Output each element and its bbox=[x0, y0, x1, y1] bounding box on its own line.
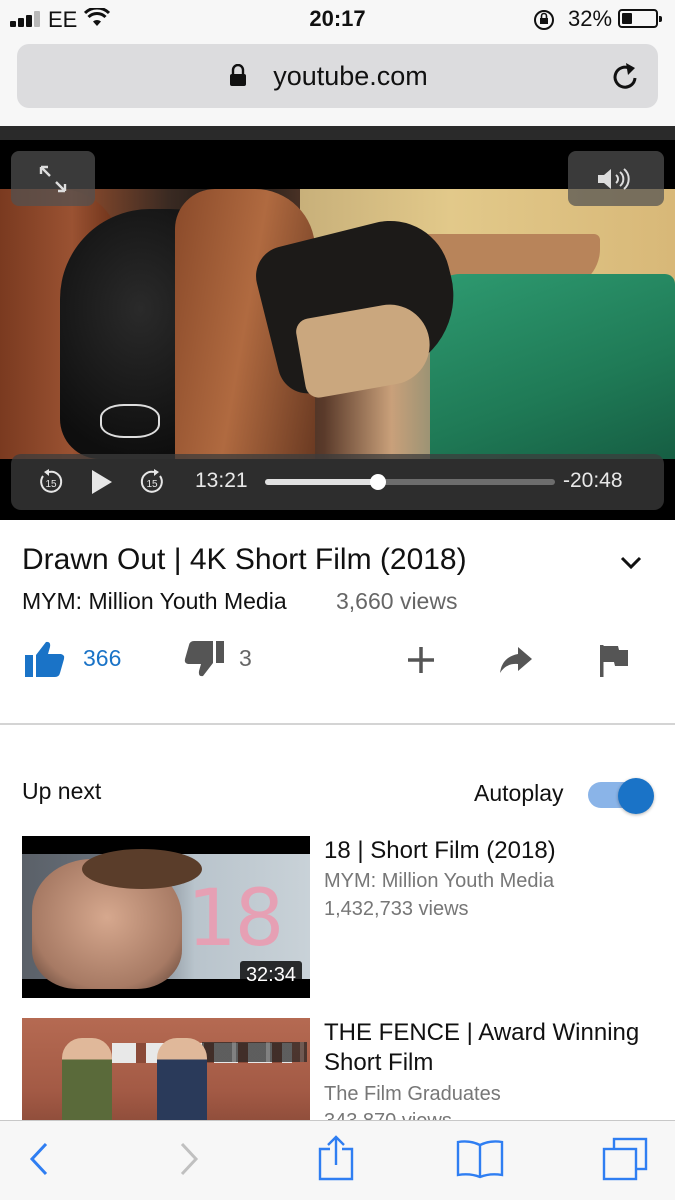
svg-text:15: 15 bbox=[45, 479, 57, 490]
autoplay-toggle-knob bbox=[618, 778, 654, 814]
share-icon[interactable] bbox=[498, 645, 534, 675]
fullscreen-icon bbox=[39, 165, 67, 192]
playback-controls: 15 15 13:21 -20:48 bbox=[11, 454, 664, 510]
svg-text:15: 15 bbox=[146, 479, 158, 490]
orientation-lock-icon bbox=[534, 10, 554, 30]
forward-15-icon[interactable]: 15 bbox=[138, 468, 166, 496]
tabs-icon[interactable] bbox=[602, 1137, 648, 1181]
chevron-down-icon[interactable] bbox=[620, 556, 642, 570]
up-next-channel-1: MYM: Million Youth Media bbox=[324, 870, 555, 892]
play-icon[interactable] bbox=[90, 468, 114, 496]
thumbs-down-icon[interactable] bbox=[183, 640, 225, 678]
browser-address-area: youtube.com bbox=[0, 40, 675, 126]
up-next-thumbnail-1[interactable]: 18 32:34 bbox=[22, 836, 310, 998]
video-top-strip bbox=[0, 126, 675, 140]
thumbs-up-icon[interactable] bbox=[24, 640, 66, 678]
view-count: 3,660 views bbox=[336, 588, 458, 614]
divider bbox=[0, 723, 675, 725]
autoplay-toggle[interactable] bbox=[588, 778, 654, 814]
rewind-15-icon[interactable]: 15 bbox=[37, 468, 65, 496]
scrubber-thumb[interactable] bbox=[370, 474, 387, 490]
progress-fill bbox=[265, 479, 379, 485]
progress-scrubber[interactable] bbox=[265, 474, 555, 490]
status-bar: EE 20:17 32% bbox=[0, 0, 675, 40]
video-title: Drawn Out | 4K Short Film (2018) bbox=[22, 543, 467, 576]
up-next-views-1: 1,432,733 views bbox=[324, 898, 469, 920]
address-bar[interactable]: youtube.com bbox=[17, 44, 658, 108]
volume-icon bbox=[598, 167, 630, 190]
share-sheet-icon[interactable] bbox=[316, 1135, 356, 1181]
url-text: youtube.com bbox=[273, 61, 428, 91]
video-player[interactable]: 15 15 13:21 -20:48 bbox=[0, 126, 675, 520]
up-next-channel-2: The Film Graduates bbox=[324, 1083, 501, 1105]
video-duration: 32:34 bbox=[239, 961, 302, 990]
add-icon[interactable] bbox=[406, 645, 436, 675]
battery-level-fill bbox=[622, 13, 633, 24]
flag-icon[interactable] bbox=[598, 643, 630, 679]
reload-icon[interactable] bbox=[611, 60, 641, 92]
elapsed-time: 13:21 bbox=[195, 469, 248, 492]
up-next-title-2[interactable]: THE FENCE | Award Winning Short Film bbox=[324, 1018, 654, 1078]
autoplay-label: Autoplay bbox=[474, 780, 564, 806]
bookmarks-icon[interactable] bbox=[456, 1139, 504, 1179]
fullscreen-button[interactable] bbox=[11, 151, 95, 206]
forward-icon[interactable] bbox=[178, 1141, 200, 1177]
up-next-views-2: 343,870 views bbox=[324, 1110, 452, 1120]
thumbnail-title-text: 18 bbox=[187, 874, 284, 964]
battery-icon bbox=[618, 9, 662, 28]
dislike-count: 3 bbox=[239, 645, 252, 671]
up-next-heading: Up next bbox=[22, 778, 102, 804]
volume-button[interactable] bbox=[568, 151, 664, 206]
remaining-time: -20:48 bbox=[563, 469, 623, 492]
like-count: 366 bbox=[83, 645, 122, 671]
back-icon[interactable] bbox=[28, 1141, 50, 1177]
up-next-title-1[interactable]: 18 | Short Film (2018) bbox=[324, 836, 654, 866]
browser-toolbar bbox=[0, 1120, 675, 1200]
channel-name[interactable]: MYM: Million Youth Media bbox=[22, 588, 287, 615]
video-frame bbox=[0, 189, 675, 459]
battery-percent: 32% bbox=[568, 6, 613, 31]
